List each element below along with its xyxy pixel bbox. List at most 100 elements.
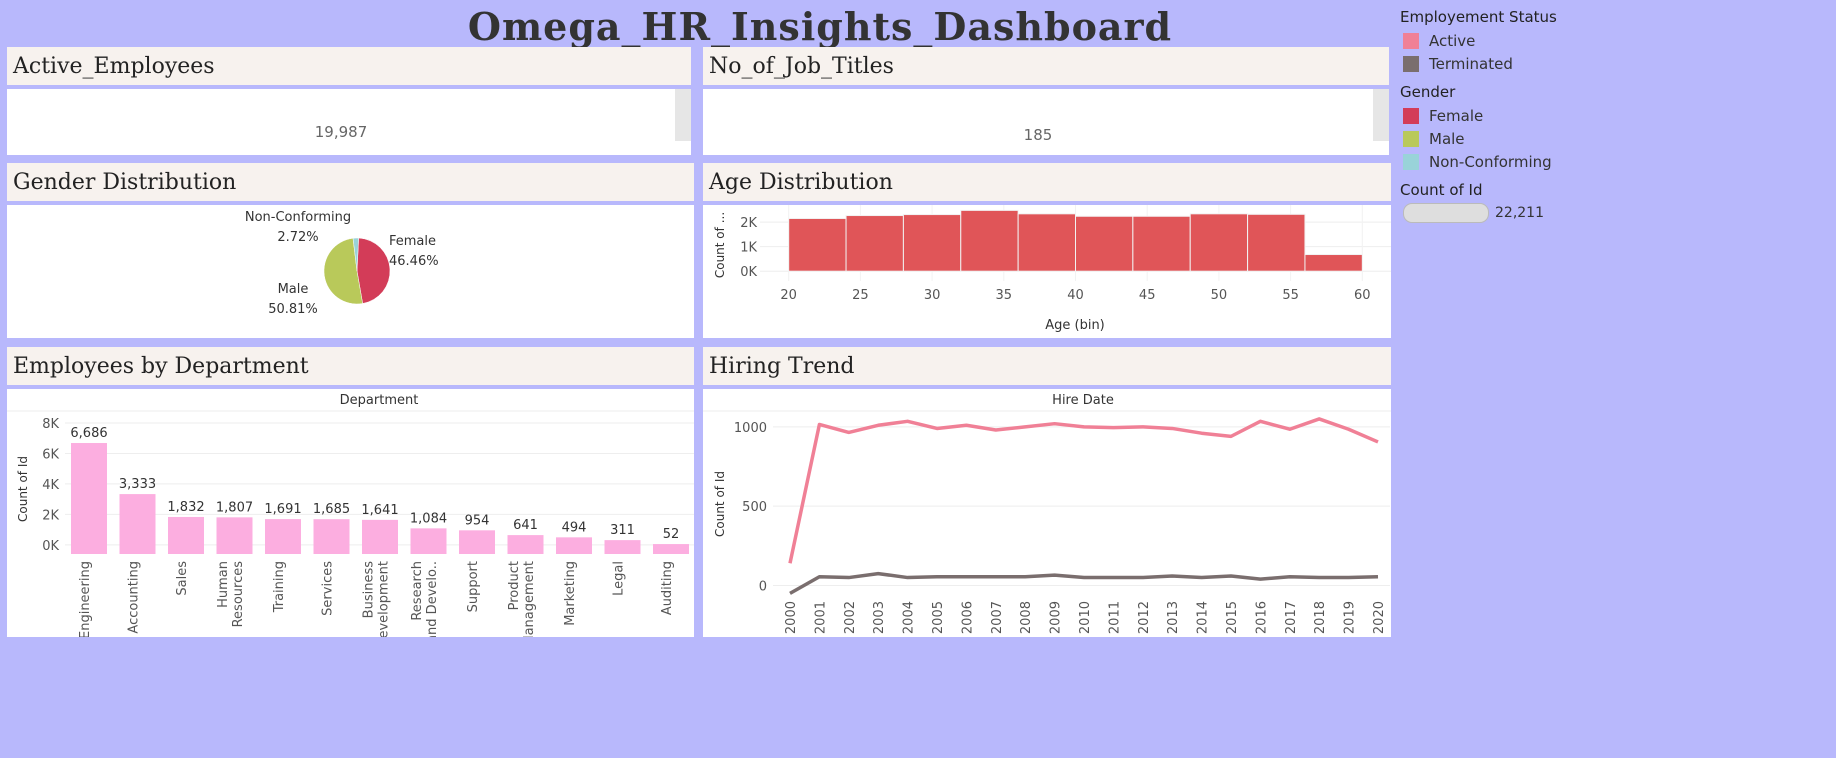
hiring-panel-header: Hiring Trend — [703, 347, 1391, 385]
x-tick-label: Sales — [175, 561, 190, 596]
legend-item-female[interactable]: Female — [1403, 107, 1600, 125]
active-employees-header: Active_Employees — [7, 47, 691, 85]
x-tick-label: Auditing — [660, 561, 675, 615]
department-bar — [362, 519, 398, 554]
legend-label: Non-Conforming — [1429, 153, 1552, 171]
age-bar — [788, 217, 847, 272]
x-tick-label: 2006 — [960, 601, 975, 634]
bar-value-label: 1,807 — [216, 500, 253, 515]
x-tick-label: Services — [321, 561, 336, 616]
bar-value-label: 3,333 — [119, 477, 156, 492]
age-panel: 0K 1K 2K 20 25 30 35 40 45 50 55 60 Age (bin) Count o… — [703, 205, 1391, 338]
x-tick-label: 2000 — [784, 601, 799, 634]
scrollbar[interactable] — [1373, 89, 1389, 141]
y-tick-label: 1000 — [734, 421, 767, 436]
x-tick-label: 2010 — [1078, 601, 1093, 634]
legend-label: Terminated — [1429, 55, 1513, 73]
y-axis-label: Count of Id — [16, 456, 30, 522]
pie-label: Female — [389, 234, 436, 249]
gender-panel-header: Gender Distribution — [7, 163, 694, 201]
count-legend-title: Count of Id — [1400, 181, 1483, 199]
x-tick-label: Development — [377, 561, 392, 637]
job-titles-value: 185 — [1023, 126, 1053, 144]
y-tick-label: 2K — [740, 216, 757, 231]
pie-percent: 46.46% — [389, 254, 439, 269]
y-tick-label: 0K — [740, 265, 757, 280]
department-panel-header: Employees by Department — [7, 347, 694, 385]
legend-item-non-conforming[interactable]: Non-Conforming — [1403, 153, 1600, 171]
x-axis-label: Age (bin) — [1045, 318, 1105, 333]
x-tick-label: 2015 — [1225, 601, 1240, 634]
x-tick-label: 2016 — [1254, 601, 1269, 634]
gender-legend-title: Gender — [1400, 83, 1456, 101]
y-axis-label: Count of Id — [713, 471, 727, 537]
x-tick-label: 2004 — [902, 601, 917, 634]
x-tick-label: 30 — [924, 288, 941, 303]
x-tick-label: 45 — [1139, 288, 1156, 303]
x-tick-label: 2009 — [1049, 601, 1064, 634]
x-tick-label: 20 — [780, 288, 797, 303]
scrollbar[interactable] — [675, 89, 691, 141]
dashboard-title: Omega_HR_Insights_Dashboard — [467, 4, 1173, 49]
department-bar — [507, 535, 544, 554]
male-swatch — [1403, 131, 1419, 147]
x-tick-label: 35 — [996, 288, 1013, 303]
job-titles-card: 185 — [703, 89, 1389, 155]
x-tick-label: 2020 — [1372, 601, 1387, 634]
line-series-terminated — [789, 571, 1379, 595]
active-employees-card: 19,987 — [7, 89, 691, 155]
pie-slice-female — [356, 237, 391, 304]
non-conforming-swatch — [1403, 154, 1419, 170]
x-tick-label: 40 — [1067, 288, 1084, 303]
age-bar — [845, 215, 904, 272]
age-panel-header: Age Distribution — [703, 163, 1391, 201]
x-tick-label: Human — [216, 561, 231, 608]
legend-item-active[interactable]: Active — [1403, 32, 1600, 50]
bar-value-label: 311 — [610, 523, 635, 538]
x-tick-label: Business — [362, 561, 377, 619]
bar-value-label: 1,691 — [264, 502, 301, 517]
department-bar — [556, 537, 592, 554]
y-tick-label: 2K — [42, 508, 59, 523]
chart-header: Hire Date — [1052, 393, 1114, 408]
department-bar — [653, 544, 689, 554]
age-bar — [1132, 215, 1191, 272]
y-tick-label: 500 — [742, 500, 767, 515]
department-bar — [71, 443, 107, 554]
bar-value-label: 1,832 — [167, 500, 204, 515]
legend-item-terminated[interactable]: Terminated — [1403, 55, 1600, 73]
x-tick-label: 55 — [1282, 288, 1299, 303]
count-legend-value: 22,211 — [1495, 205, 1544, 221]
hiring-line-chart: Hire Date 0 500 1000 Count of Id 2000 2001 2002… — [703, 393, 1391, 634]
department-bar — [604, 540, 641, 554]
x-tick-label: 2012 — [1137, 601, 1152, 634]
department-bar — [168, 516, 204, 554]
legend-item-male[interactable]: Male — [1403, 130, 1600, 148]
department-bar — [119, 494, 156, 554]
x-tick-label: 2008 — [1019, 601, 1034, 634]
x-tick-label: 25 — [852, 288, 869, 303]
age-bar — [960, 209, 1019, 272]
bar-value-label: 52 — [663, 527, 680, 542]
bar-value-label: 494 — [562, 520, 587, 535]
x-tick-label: Legal — [612, 561, 627, 596]
line-series-active — [788, 417, 1379, 564]
x-tick-label: 2011 — [1107, 601, 1122, 634]
female-swatch — [1403, 108, 1419, 124]
bar-value-label: 1,685 — [313, 502, 350, 517]
gender-panel: Female 46.46% Male 50.81% Non-Conforming 2.72… — [7, 205, 694, 338]
age-bar — [1075, 215, 1134, 272]
age-bar — [902, 214, 962, 272]
pie-percent: 2.72% — [277, 230, 318, 245]
y-tick-label: 6K — [42, 447, 59, 462]
x-tick-label: Support — [466, 561, 481, 612]
department-bar — [459, 530, 495, 554]
x-tick-label: 50 — [1211, 288, 1228, 303]
bar-value-label: 6,686 — [70, 426, 107, 441]
department-bar-chart: Department 0K 2K 4K 6K 8K Count of Id 6,686 Engi… — [7, 393, 694, 649]
pie-label: Non-Conforming — [245, 210, 351, 225]
y-tick-label: 0K — [42, 539, 59, 554]
y-tick-label: 8K — [42, 417, 59, 432]
x-tick-label: 2017 — [1284, 601, 1299, 634]
x-tick-label: 2007 — [990, 601, 1005, 634]
